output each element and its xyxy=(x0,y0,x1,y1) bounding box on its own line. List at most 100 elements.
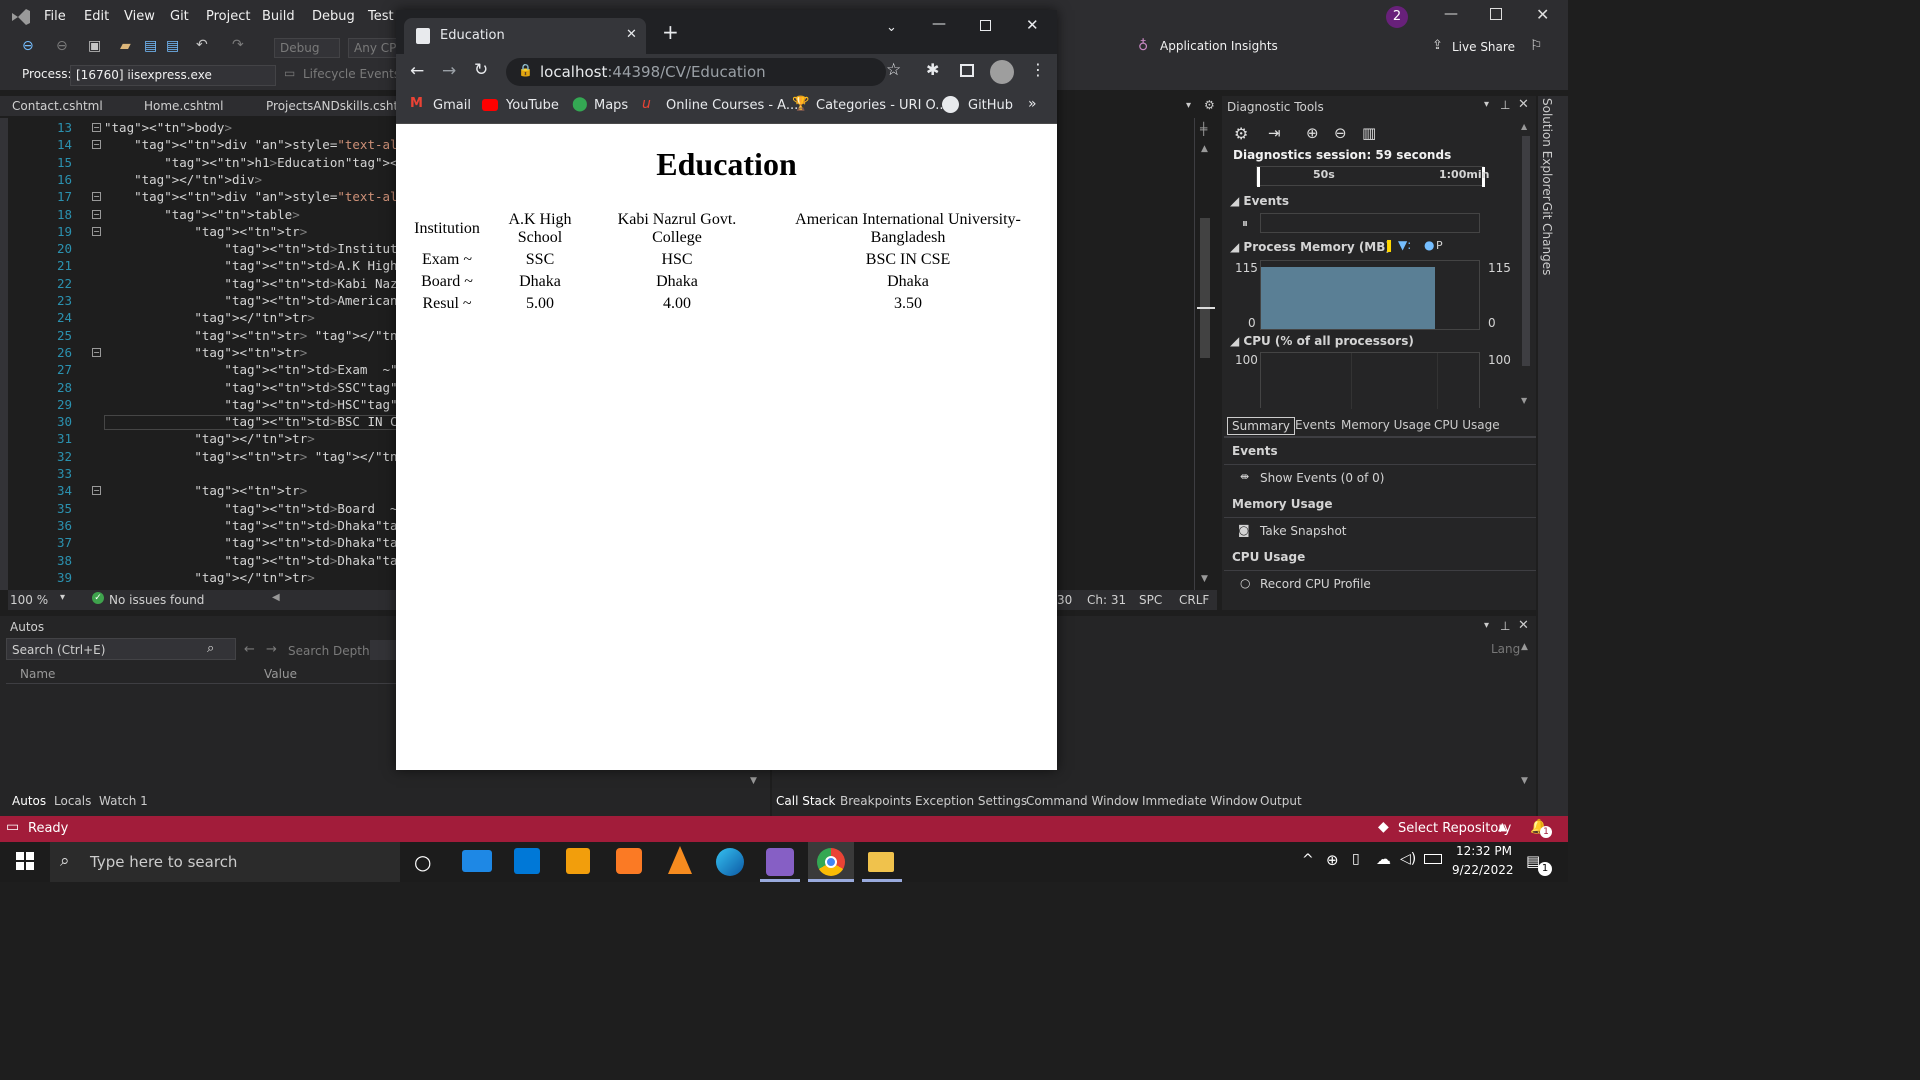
bookmark-maps[interactable]: Maps xyxy=(594,98,628,113)
editor-scrollbar[interactable]: ╪ ▲ ▼ xyxy=(1197,118,1217,590)
chrome-close-icon[interactable]: ✕ xyxy=(1026,16,1039,34)
tabs-dropdown-icon[interactable]: ▾ xyxy=(1186,100,1191,111)
tab-exception-settings[interactable]: Exception Settings xyxy=(915,794,1027,808)
address-bar[interactable]: 🔒 localhost:44398/CV/Education xyxy=(506,58,886,86)
chrome-forward-icon[interactable]: → xyxy=(442,61,456,81)
diag-export-icon[interactable]: ⇥ xyxy=(1268,124,1281,142)
chrome-maximize-icon[interactable] xyxy=(980,20,991,31)
select-repository-button[interactable]: Select Repository xyxy=(1398,821,1511,836)
fold-toggle-icon[interactable]: − xyxy=(92,209,101,219)
fold-toggle-icon[interactable]: − xyxy=(92,347,101,357)
diag-events-header[interactable]: ◢ Events xyxy=(1230,194,1289,208)
zoom-dropdown-icon[interactable]: ▾ xyxy=(60,592,65,603)
code-line[interactable]: "tag"><"tn">div "an">style="text-align:c… xyxy=(104,189,396,204)
mail-app-icon[interactable] xyxy=(462,850,492,872)
minimize-icon[interactable]: — xyxy=(1444,6,1458,22)
feedback-icon[interactable]: ⚐ xyxy=(1530,38,1543,54)
tab-breakpoints[interactable]: Breakpoints xyxy=(840,794,911,808)
clock-time[interactable]: 12:32 PM xyxy=(1456,844,1512,858)
lock-icon[interactable]: 🔒 xyxy=(518,63,533,77)
take-snapshot-link[interactable]: Take Snapshot xyxy=(1260,524,1347,538)
tab-call-stack[interactable]: Call Stack xyxy=(776,794,835,808)
code-line[interactable]: "tag"><"tn">td>American Internat xyxy=(104,293,396,308)
file-explorer-icon[interactable] xyxy=(868,852,894,872)
output-icon[interactable]: ▭ xyxy=(6,819,19,835)
chrome-minimize-icon[interactable]: — xyxy=(932,16,946,32)
back-nav-icon[interactable]: ⊖ xyxy=(22,38,34,54)
tab-contact[interactable]: Contact.cshtml xyxy=(12,99,103,113)
code-line[interactable]: "tag"><"tn">td>HSC"tag"></"tn">td> xyxy=(104,397,396,412)
code-line[interactable]: "tag"><"tn">td>Dhaka"tag"></"tn">td> xyxy=(104,535,396,550)
new-project-icon[interactable]: ▣ xyxy=(88,38,101,54)
code-line[interactable]: "tag"><"tn">td>Dhaka"tag"></"tn">td> xyxy=(104,553,396,568)
autos-scroll-down-icon[interactable]: ▼ xyxy=(750,776,757,786)
tab-projects-and-skills[interactable]: ProjectsANDskills.cshtml xyxy=(266,99,396,113)
diag-tab-cpu-usage[interactable]: CPU Usage xyxy=(1434,418,1500,432)
chrome-reload-icon[interactable]: ↻ xyxy=(474,60,488,80)
application-insights-button[interactable]: Application Insights xyxy=(1160,39,1278,53)
search-forward-icon[interactable]: → xyxy=(266,642,277,657)
code-line[interactable]: "tag"></"tn">tr> xyxy=(104,570,314,585)
chrome-taskbar-active[interactable] xyxy=(808,842,854,882)
chrome-back-icon[interactable]: ← xyxy=(410,61,424,81)
tab-search-chevron-icon[interactable]: ⌄ xyxy=(886,20,897,35)
config-dropdown[interactable]: Debug xyxy=(274,38,340,58)
pause-icon[interactable]: ⏸ xyxy=(1242,216,1248,231)
visual-studio-taskbar-icon[interactable] xyxy=(766,848,794,876)
autos-col-name[interactable]: Name xyxy=(20,667,55,681)
bookmark-star-icon[interactable]: ☆ xyxy=(886,60,901,80)
code-line[interactable]: "tag"></"tn">div> xyxy=(104,172,262,187)
split-icon[interactable]: ╪ xyxy=(1200,122,1207,136)
onedrive-icon[interactable]: ☁ xyxy=(1376,850,1391,868)
code-line[interactable]: "tag"><"tn">div "an">style="text-align:c… xyxy=(104,137,396,152)
tray-chevron-icon[interactable]: ^ xyxy=(1302,852,1314,868)
clock-date[interactable]: 9/22/2022 xyxy=(1452,863,1514,877)
scroll-down-icon[interactable]: ▼ xyxy=(1201,574,1208,584)
menu-edit[interactable]: Edit xyxy=(84,9,109,24)
autos-col-value[interactable]: Value xyxy=(264,667,297,681)
autos-search-input[interactable]: Search (Ctrl+E) ⌕ xyxy=(6,638,236,660)
code-line[interactable]: "tag"><"tn">td>A.K High School"tag"></"t… xyxy=(104,258,396,273)
windows-start-icon[interactable] xyxy=(16,852,34,874)
search-icon[interactable]: ⌕ xyxy=(207,641,214,656)
diag-tab-summary[interactable]: Summary xyxy=(1227,417,1295,435)
live-share-button[interactable]: Live Share xyxy=(1452,40,1515,54)
tab-locals[interactable]: Locals xyxy=(54,794,91,808)
reset-zoom-icon[interactable]: ▥ xyxy=(1362,124,1376,142)
chrome-menu-icon[interactable]: ⋮ xyxy=(1030,60,1046,79)
zoom-out-icon[interactable]: ⊖ xyxy=(1334,124,1347,142)
code-line[interactable]: "tag"><"tn">tr> xyxy=(104,345,307,360)
diag-tab-memory-usage[interactable]: Memory Usage xyxy=(1341,418,1431,432)
menu-build[interactable]: Build xyxy=(262,9,295,24)
code-line[interactable]: "tag"><"tn">tr> xyxy=(104,224,307,239)
bookmark-github[interactable]: GitHub xyxy=(968,98,1013,113)
menu-project[interactable]: Project xyxy=(206,9,250,24)
store-app-icon[interactable] xyxy=(514,848,540,874)
panel-dropdown-icon[interactable]: ▾ xyxy=(1484,99,1489,110)
bookmark-gmail[interactable]: Gmail xyxy=(433,98,471,113)
lifecycle-events-button[interactable]: Lifecycle Events xyxy=(303,67,400,81)
chrome-tab-education[interactable]: Education ✕ xyxy=(404,18,646,54)
code-line[interactable]: "tag"><"tn">td>BSC IN CSE"tag"></"tn">td… xyxy=(104,414,396,429)
record-cpu-link[interactable]: Record CPU Profile xyxy=(1260,577,1371,591)
scroll-thumb[interactable] xyxy=(1200,218,1210,358)
zoom-level[interactable]: 100 % xyxy=(10,593,48,607)
edge-browser-icon[interactable] xyxy=(716,848,744,876)
side-panel-icon[interactable] xyxy=(960,64,974,77)
save-icon[interactable]: ▤ xyxy=(144,38,157,54)
search-back-icon[interactable]: ← xyxy=(244,642,255,657)
line-ending-status[interactable]: CRLF xyxy=(1179,593,1209,607)
code-line[interactable]: "tag"><"tn">table> xyxy=(104,207,300,222)
cs-scroll-down-icon[interactable]: ▼ xyxy=(1521,776,1528,786)
redo-icon[interactable]: ↷ xyxy=(232,37,244,53)
process-memory-header[interactable]: ◢ Process Memory (MB) xyxy=(1230,240,1391,254)
diag-tab-events[interactable]: Events xyxy=(1295,418,1336,432)
platform-dropdown[interactable]: Any CPU xyxy=(348,38,398,58)
battery-icon[interactable] xyxy=(1424,854,1442,864)
scroll-up-icon[interactable]: ▲ xyxy=(1201,144,1208,154)
new-tab-icon[interactable]: + xyxy=(662,20,679,44)
diag-scroll-down-icon[interactable]: ▼ xyxy=(1521,396,1527,405)
editor-settings-icon[interactable]: ⚙ xyxy=(1204,98,1215,112)
whitespace-status[interactable]: SPC xyxy=(1139,593,1162,607)
code-line[interactable]: "tag"></"tn">tr> xyxy=(104,431,314,446)
